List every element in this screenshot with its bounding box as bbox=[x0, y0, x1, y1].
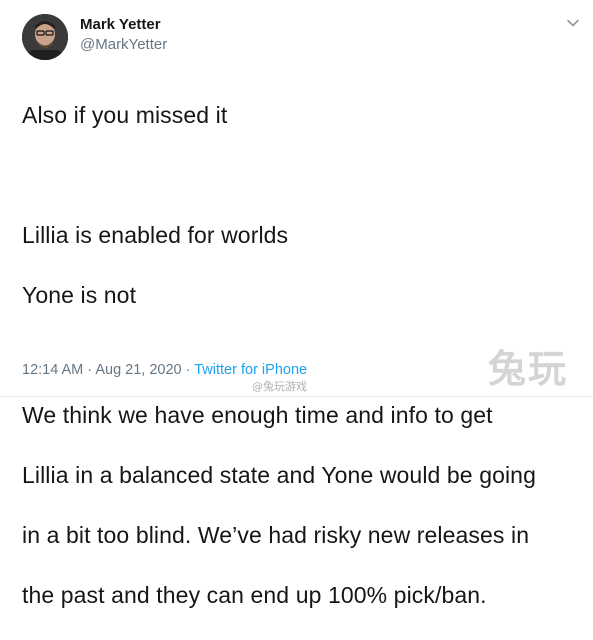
tweet-line: Lillia is enabled for worlds bbox=[22, 222, 289, 248]
tweet-line bbox=[22, 160, 582, 190]
tweet-line: in a bit too blind. We’ve had risky new … bbox=[22, 522, 530, 548]
tweet-meta: 12:14 AM · Aug 21, 2020 · Twitter for iP… bbox=[22, 362, 307, 378]
tweet-card: Mark Yetter @MarkYetter Also if you miss… bbox=[0, 0, 593, 608]
tweet-line: Also if you missed it bbox=[22, 102, 228, 128]
avatar[interactable] bbox=[22, 14, 68, 60]
chevron-down-icon[interactable] bbox=[564, 14, 582, 32]
tweet-line: Lillia in a balanced state and Yone woul… bbox=[22, 462, 536, 488]
divider bbox=[0, 396, 593, 397]
tweet-header: Mark Yetter @MarkYetter bbox=[20, 12, 580, 62]
tweet-source-link[interactable]: Twitter for iPhone bbox=[194, 362, 307, 378]
tweet-line: Yone is not bbox=[22, 282, 137, 308]
avatar-image bbox=[22, 14, 68, 60]
author-handle[interactable]: @MarkYetter bbox=[80, 36, 167, 53]
weibo-watermark: @兔玩游戏 bbox=[252, 380, 307, 393]
tweet-line: We think we have enough time and info to… bbox=[22, 402, 493, 428]
tweet-line: the past and they can end up 100% pick/b… bbox=[22, 582, 487, 608]
tweet-timestamp[interactable]: 12:14 AM · Aug 21, 2020 · bbox=[22, 362, 194, 378]
site-watermark-logo: 兔玩 bbox=[488, 347, 569, 391]
author-name[interactable]: Mark Yetter bbox=[80, 16, 161, 33]
